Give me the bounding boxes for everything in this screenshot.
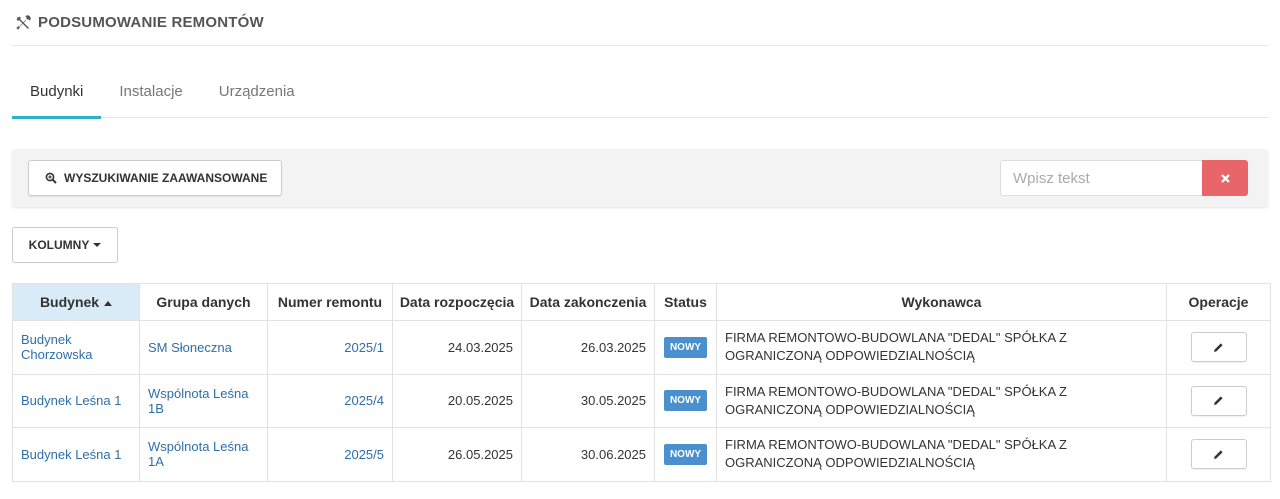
cell-numer[interactable]: 2025/5 [267, 427, 393, 482]
search-group [1000, 160, 1248, 196]
advanced-search-label: WYSZUKIWANIE ZAAWANSOWANE [64, 171, 268, 185]
columns-button[interactable]: KOLUMNY [12, 227, 118, 263]
cell-wykonawca: FIRMA REMONTOWO-BUDOWLANA "DEDAL" SPÓŁKA… [716, 427, 1167, 482]
pencil-icon [1213, 342, 1224, 353]
clear-search-button[interactable] [1202, 160, 1248, 196]
advanced-search-button[interactable]: WYSZUKIWANIE ZAAWANSOWANE [28, 160, 283, 196]
tools-icon [14, 14, 32, 32]
header-wykonawca[interactable]: Wykonawca [716, 283, 1167, 321]
tab-instalacje[interactable]: Instalacje [101, 73, 200, 118]
edit-button[interactable] [1190, 332, 1247, 363]
table-row: Budynek Leśna 1 Wspólnota Leśna 1A 2025/… [12, 427, 1271, 482]
page-title: PODSUMOWANIE REMONTÓW [38, 14, 264, 31]
cell-wykonawca: FIRMA REMONTOWO-BUDOWLANA "DEDAL" SPÓŁKA… [716, 320, 1167, 375]
cell-end-date: 26.03.2025 [521, 320, 655, 375]
cell-status: NOWY [654, 373, 717, 428]
cell-wykonawca: FIRMA REMONTOWO-BUDOWLANA "DEDAL" SPÓŁKA… [716, 373, 1167, 428]
header-operacje: Operacje [1166, 283, 1271, 321]
cell-grupa[interactable]: SM Słoneczna [139, 320, 268, 375]
cell-status: NOWY [654, 427, 717, 482]
header-data-zakonczenia[interactable]: Data zakonczenia [521, 283, 655, 321]
cell-numer[interactable]: 2025/4 [267, 373, 393, 428]
table-row: Budynek Chorzowska SM Słoneczna 2025/1 2… [12, 320, 1271, 375]
tab-budynki[interactable]: Budynki [12, 73, 102, 119]
repairs-table: Budynek Grupa danych Numer remontu Data … [12, 283, 1271, 482]
close-icon [1220, 173, 1230, 183]
status-badge: NOWY [663, 443, 708, 465]
tab-bar: Budynki Instalacje Urządzenia [12, 73, 1268, 119]
page: PODSUMOWANIE REMONTÓW Budynki Instalacje… [0, 0, 1280, 499]
cell-grupa[interactable]: Wspólnota Leśna 1A [139, 427, 268, 482]
pencil-icon [1213, 449, 1224, 460]
header-data-rozpoczecia[interactable]: Data rozpoczęcia [392, 283, 522, 321]
header-numer-remontu[interactable]: Numer remontu [267, 283, 393, 321]
cell-start-date: 24.03.2025 [392, 320, 522, 375]
cell-start-date: 26.05.2025 [392, 427, 522, 482]
header-grupa-danych[interactable]: Grupa danych [139, 283, 268, 321]
cell-budynek[interactable]: Budynek Leśna 1 [12, 373, 140, 428]
status-badge: NOWY [663, 390, 708, 412]
status-badge: NOWY [663, 336, 708, 358]
cell-numer[interactable]: 2025/1 [267, 320, 393, 375]
cell-budynek[interactable]: Budynek Chorzowska [12, 320, 140, 375]
cell-end-date: 30.06.2025 [521, 427, 655, 482]
pencil-icon [1213, 395, 1224, 406]
edit-button[interactable] [1190, 439, 1247, 470]
page-header: PODSUMOWANIE REMONTÓW [12, 0, 1268, 46]
edit-button[interactable] [1190, 385, 1247, 416]
sort-asc-icon [104, 300, 113, 306]
caret-down-icon [93, 243, 102, 247]
columns-button-label: KOLUMNY [28, 238, 90, 252]
cell-end-date: 30.05.2025 [521, 373, 655, 428]
search-plus-icon [45, 172, 57, 184]
cell-operacje [1166, 320, 1271, 375]
tab-urzadzenia[interactable]: Urządzenia [201, 73, 313, 118]
cell-operacje [1166, 427, 1271, 482]
search-input[interactable] [1000, 160, 1202, 196]
cell-operacje [1166, 373, 1271, 428]
search-panel: WYSZUKIWANIE ZAAWANSOWANE [12, 149, 1268, 207]
header-budynek[interactable]: Budynek [12, 283, 140, 321]
cell-start-date: 20.05.2025 [392, 373, 522, 428]
table-header-row: Budynek Grupa danych Numer remontu Data … [12, 283, 1271, 321]
header-status[interactable]: Status [654, 283, 717, 321]
cell-grupa[interactable]: Wspólnota Leśna 1B [139, 373, 268, 428]
table-row: Budynek Leśna 1 Wspólnota Leśna 1B 2025/… [12, 373, 1271, 428]
cell-budynek[interactable]: Budynek Leśna 1 [12, 427, 140, 482]
cell-status: NOWY [654, 320, 717, 375]
